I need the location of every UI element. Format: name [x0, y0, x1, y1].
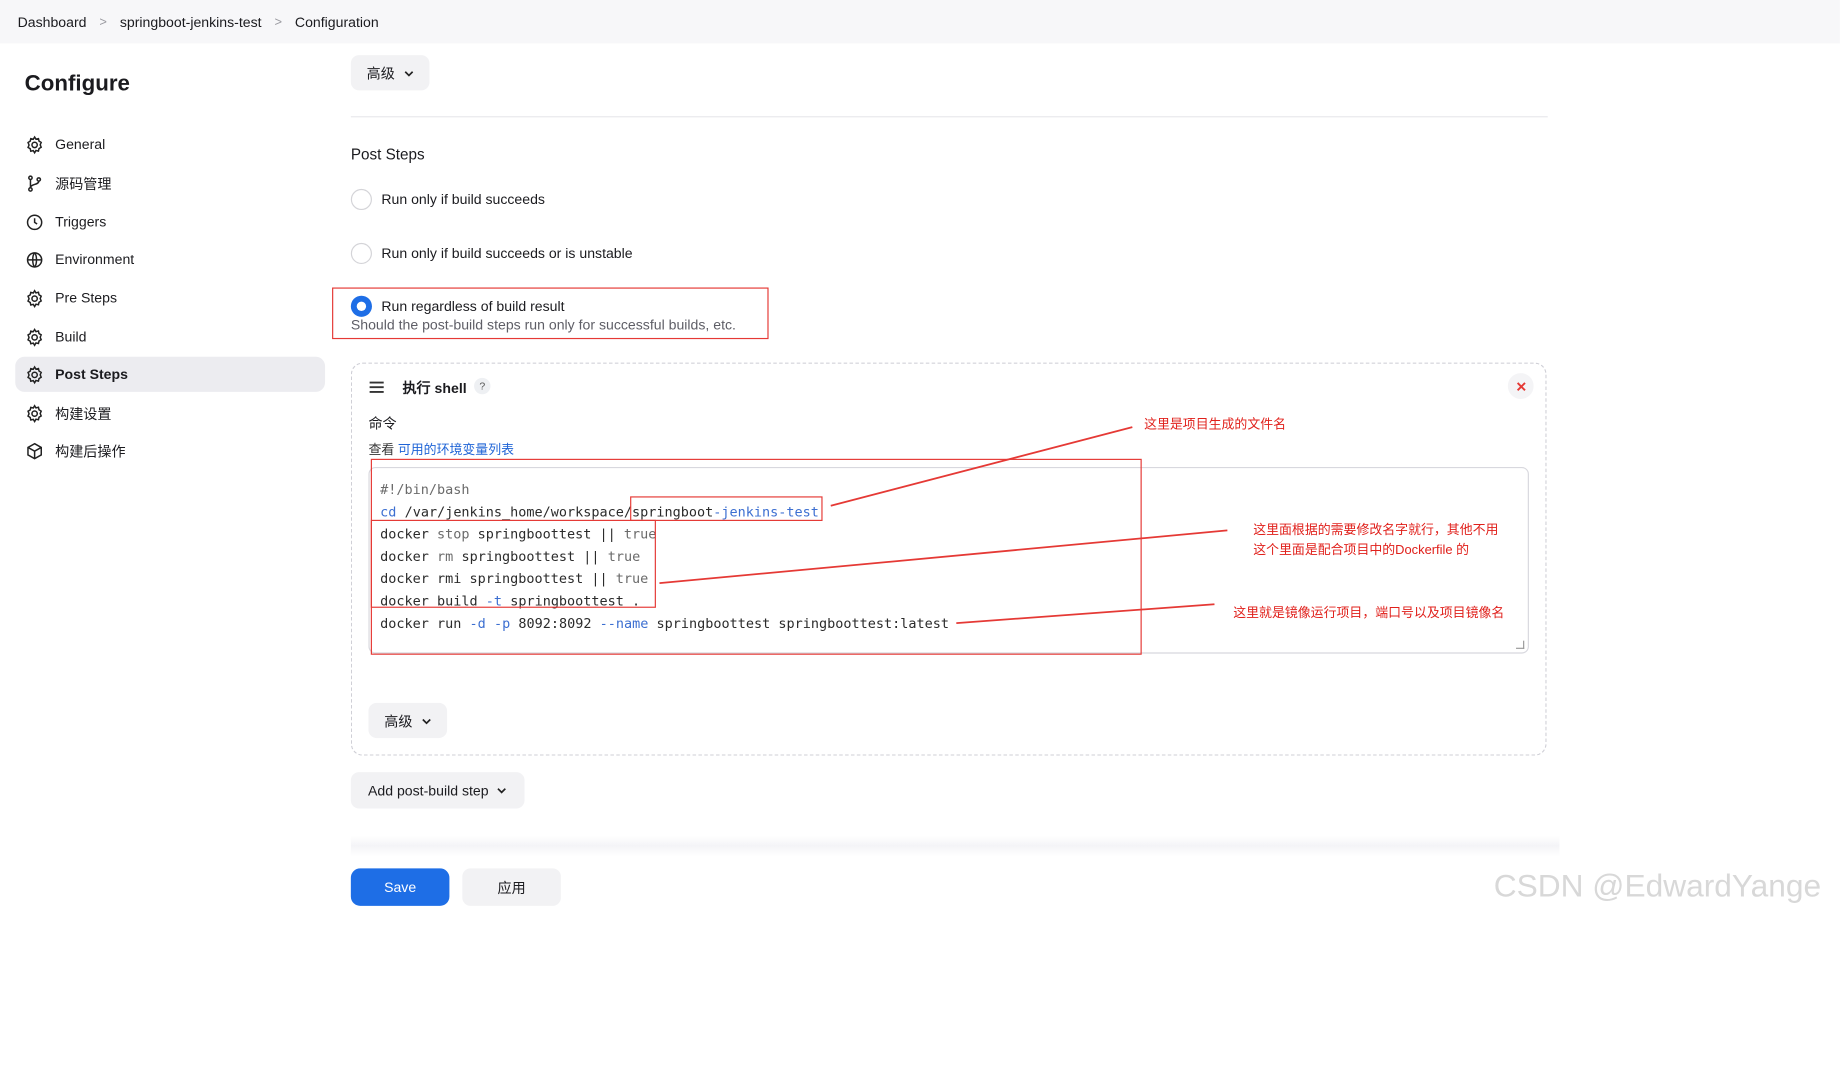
- radio-label: Run regardless of build result: [381, 298, 565, 315]
- chevron-right-icon: >: [99, 14, 107, 29]
- page-title: Configure: [24, 71, 130, 97]
- sidebar-item-label: Pre Steps: [55, 289, 117, 307]
- shell-step-title: 执行 shell: [402, 380, 467, 397]
- resize-handle[interactable]: [1516, 640, 1525, 649]
- sidebar-item-scm[interactable]: 源码管理: [15, 165, 325, 200]
- breadcrumb-configuration[interactable]: Configuration: [295, 13, 379, 29]
- sidebar-item-label: Environment: [55, 251, 135, 268]
- annotation-docker-line1: 这里面根据的需要修改名字就行，其他不用: [1253, 523, 1499, 538]
- sidebar-item-label: General: [55, 136, 106, 153]
- post-steps-title: Post Steps: [350, 145, 425, 164]
- sidebar-item-general[interactable]: General: [15, 127, 325, 162]
- gear-icon: [27, 327, 43, 347]
- annotation-filename: 这里是项目生成的文件名: [1144, 417, 1287, 432]
- package-icon: [27, 442, 43, 459]
- gear-icon: [27, 403, 43, 423]
- add-post-build-step-button[interactable]: Add post-build step: [350, 772, 525, 809]
- command-textarea[interactable]: #!/bin/bash cd /var/jenkins_home/workspa…: [368, 467, 1529, 654]
- apply-button[interactable]: 应用: [462, 868, 561, 906]
- gear-icon: [27, 134, 43, 154]
- close-icon: [1516, 381, 1526, 391]
- radio-run-if-succeeds-or-unstable[interactable]: Run only if build succeeds or is unstabl…: [350, 242, 633, 265]
- annotation-docker-line2: 这个里面是配合项目中的Dockerfile 的: [1253, 543, 1470, 558]
- sidebar-item-label: 源码管理: [55, 175, 112, 192]
- sidebar-item-build[interactable]: Build: [15, 319, 325, 354]
- close-button[interactable]: [1507, 373, 1534, 399]
- env-vars-link[interactable]: 可用的环境变量列表: [398, 444, 514, 458]
- code-line: docker rmi springboottest || true: [380, 570, 649, 587]
- advanced-button-top[interactable]: 高级: [350, 55, 430, 91]
- sidebar-item-pre-steps[interactable]: Pre Steps: [15, 280, 325, 315]
- breadcrumb: Dashboard > springboot-jenkins-test > Co…: [0, 0, 1840, 44]
- command-label: 命令: [368, 415, 397, 432]
- code-line: #!/bin/bash: [380, 481, 470, 498]
- sidebar-item-environment[interactable]: Environment: [15, 242, 325, 277]
- apply-label: 应用: [497, 879, 526, 896]
- chevron-right-icon: >: [274, 14, 283, 29]
- save-button[interactable]: Save: [350, 868, 450, 906]
- advanced-label: 高级: [384, 712, 413, 730]
- env-vars-line: 查看 可用的环境变量列表: [368, 440, 514, 459]
- radio-label: Run only if build succeeds: [381, 191, 545, 208]
- radio-button[interactable]: [350, 188, 372, 211]
- radio-label: Run only if build succeeds or is unstabl…: [381, 245, 633, 262]
- breadcrumb-project[interactable]: springboot-jenkins-test: [120, 13, 262, 29]
- radio-run-if-succeeds[interactable]: Run only if build succeeds: [350, 188, 545, 211]
- gear-icon: [27, 364, 43, 384]
- annotation-run: 这里就是镜像运行项目，端口号以及项目镜像名: [1233, 606, 1505, 621]
- watermark: CSDN @EdwardYange: [1493, 868, 1822, 904]
- add-step-label: Add post-build step: [368, 782, 489, 799]
- clock-icon: [26, 213, 43, 230]
- chevron-down-icon: [421, 718, 431, 724]
- breadcrumb-dashboard[interactable]: Dashboard: [18, 13, 87, 29]
- sidebar-item-label: 构建后操作: [55, 442, 126, 460]
- gear-icon: [27, 288, 43, 308]
- chevron-down-icon: [497, 788, 507, 794]
- radio-button-checked[interactable]: [350, 295, 372, 317]
- sidebar-item-triggers[interactable]: Triggers: [15, 204, 325, 239]
- code-line: cd /var/jenkins_home/workspace/springboo…: [380, 503, 819, 520]
- section-divider: [350, 116, 1548, 118]
- advanced-button-shell[interactable]: 高级: [368, 702, 448, 739]
- sidebar-item-post-build-actions[interactable]: 构建后操作: [15, 433, 325, 468]
- branch-icon: [28, 174, 42, 192]
- advanced-label: 高级: [366, 65, 395, 82]
- sidebar-item-post-steps[interactable]: Post Steps: [15, 356, 326, 392]
- env-prefix: 查看: [368, 443, 398, 458]
- post-steps-hint: Should the post-build steps run only for…: [350, 316, 736, 334]
- globe-icon: [26, 251, 43, 268]
- drag-handle-icon[interactable]: [368, 380, 384, 394]
- sidebar-item-build-settings[interactable]: 构建设置: [15, 395, 325, 430]
- radio-button[interactable]: [350, 242, 372, 265]
- radio-run-regardless[interactable]: Run regardless of build result: [350, 295, 565, 317]
- bottom-fade: [350, 835, 1560, 857]
- sidebar-item-label: Post Steps: [55, 366, 128, 383]
- help-icon[interactable]: ?: [474, 377, 491, 395]
- chevron-down-icon: [404, 70, 413, 77]
- sidebar-item-label: Triggers: [55, 213, 107, 230]
- sidebar-item-label: 构建设置: [55, 405, 112, 422]
- sidebar-item-label: Build: [55, 328, 87, 345]
